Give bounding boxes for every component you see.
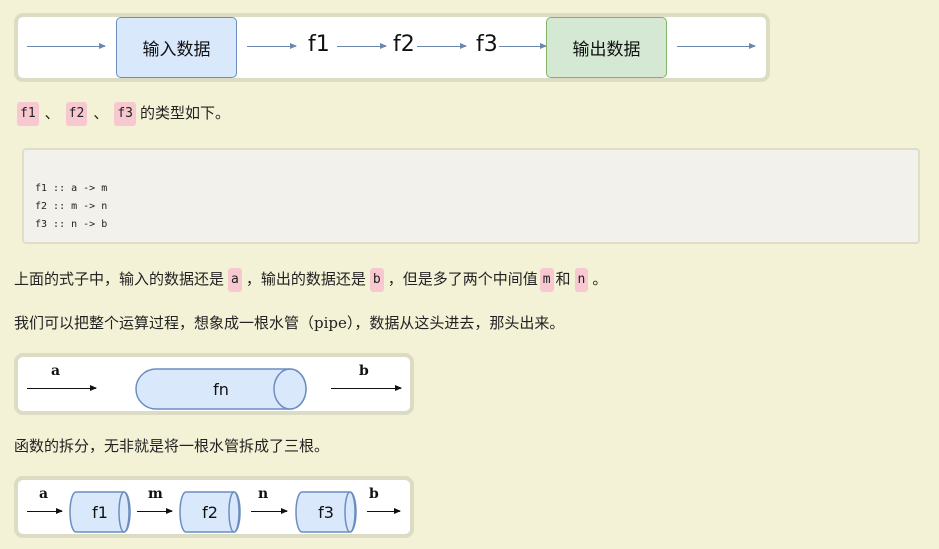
fn-pipe: fn bbox=[135, 368, 307, 410]
arrow-m bbox=[137, 508, 173, 514]
inline-code-n: n bbox=[574, 268, 589, 292]
fn-pipe-label: fn bbox=[213, 380, 229, 399]
arrow-a bbox=[27, 508, 63, 514]
f3-label: f3 bbox=[476, 32, 498, 57]
arrow-f2-f3 bbox=[417, 43, 467, 49]
text-part: 。 bbox=[592, 270, 608, 288]
label-a: a bbox=[39, 486, 49, 502]
arrow-n bbox=[251, 508, 288, 514]
inline-code-m: m bbox=[539, 268, 554, 292]
code-line-3: f3 :: n -> b bbox=[35, 219, 108, 230]
arrow-f1-f2 bbox=[337, 43, 387, 49]
inline-code-a: a bbox=[228, 268, 242, 292]
inline-code-f2: f2 bbox=[65, 102, 88, 126]
types-intro-tail: 的类型如下。 bbox=[140, 104, 231, 122]
output-data-box: 输出数据 bbox=[546, 17, 667, 78]
text-part: ，但是多了两个中间值 bbox=[387, 270, 538, 288]
f2-label: f2 bbox=[393, 32, 415, 57]
inline-code-b: b bbox=[369, 268, 384, 292]
separator: 、 bbox=[93, 104, 109, 122]
f1-pipe: f1 bbox=[69, 491, 131, 533]
label-m: m bbox=[148, 486, 163, 502]
output-data-label: 输出数据 bbox=[572, 40, 641, 60]
pipe-analogy-text: 我们可以把整个运算过程，想象成一根水管（pipe），数据从这头进去，那头出来。 bbox=[14, 314, 565, 332]
text-part: 上面的式子中，输入的数据还是 bbox=[14, 270, 225, 288]
f2-pipe-label: f2 bbox=[202, 503, 218, 522]
input-data-label: 输入数据 bbox=[142, 40, 211, 60]
type-signature-code-block: f1 :: a -> mf2 :: m -> nf3 :: n -> b bbox=[22, 148, 920, 244]
pipe-input-arrow bbox=[27, 385, 97, 391]
f1-pipe-label: f1 bbox=[92, 503, 108, 522]
arrow-b bbox=[367, 508, 401, 514]
f3-pipe: f3 bbox=[295, 491, 357, 533]
pipe-split-text: 函数的拆分，无非就是将一根水管拆成了三根。 bbox=[14, 437, 330, 455]
intermediate-values-text: 上面的式子中，输入的数据还是 a ，输出的数据还是 b ，但是多了两个中间值 m 和 n。 bbox=[14, 266, 607, 292]
arrow-in bbox=[27, 43, 106, 49]
f1-label: f1 bbox=[308, 32, 330, 57]
inline-code-f3: f3 bbox=[114, 102, 136, 126]
arrow-to-output bbox=[499, 43, 547, 49]
pipe-output-label: b bbox=[359, 363, 369, 379]
label-n: n bbox=[258, 486, 269, 502]
separator: 、 bbox=[44, 104, 60, 122]
code-line-1: f1 :: a -> m bbox=[35, 183, 108, 194]
label-b: b bbox=[369, 486, 379, 502]
code-line-2: f2 :: m -> n bbox=[35, 201, 108, 212]
input-data-box: 输入数据 bbox=[116, 17, 237, 78]
pipe-output-arrow bbox=[331, 385, 402, 391]
arrow-out bbox=[677, 43, 756, 49]
arrow-to-f1 bbox=[247, 43, 297, 49]
f2-pipe: f2 bbox=[179, 491, 241, 533]
pipe-input-label: a bbox=[51, 363, 61, 379]
text-part: ，输出的数据还是 bbox=[245, 270, 366, 288]
f3-pipe-label: f3 bbox=[318, 503, 334, 522]
text-part: 和 bbox=[555, 270, 571, 288]
types-intro-text: f1 、 f2 、 f3 的类型如下。 bbox=[17, 101, 230, 126]
inline-code-f1: f1 bbox=[17, 102, 39, 126]
